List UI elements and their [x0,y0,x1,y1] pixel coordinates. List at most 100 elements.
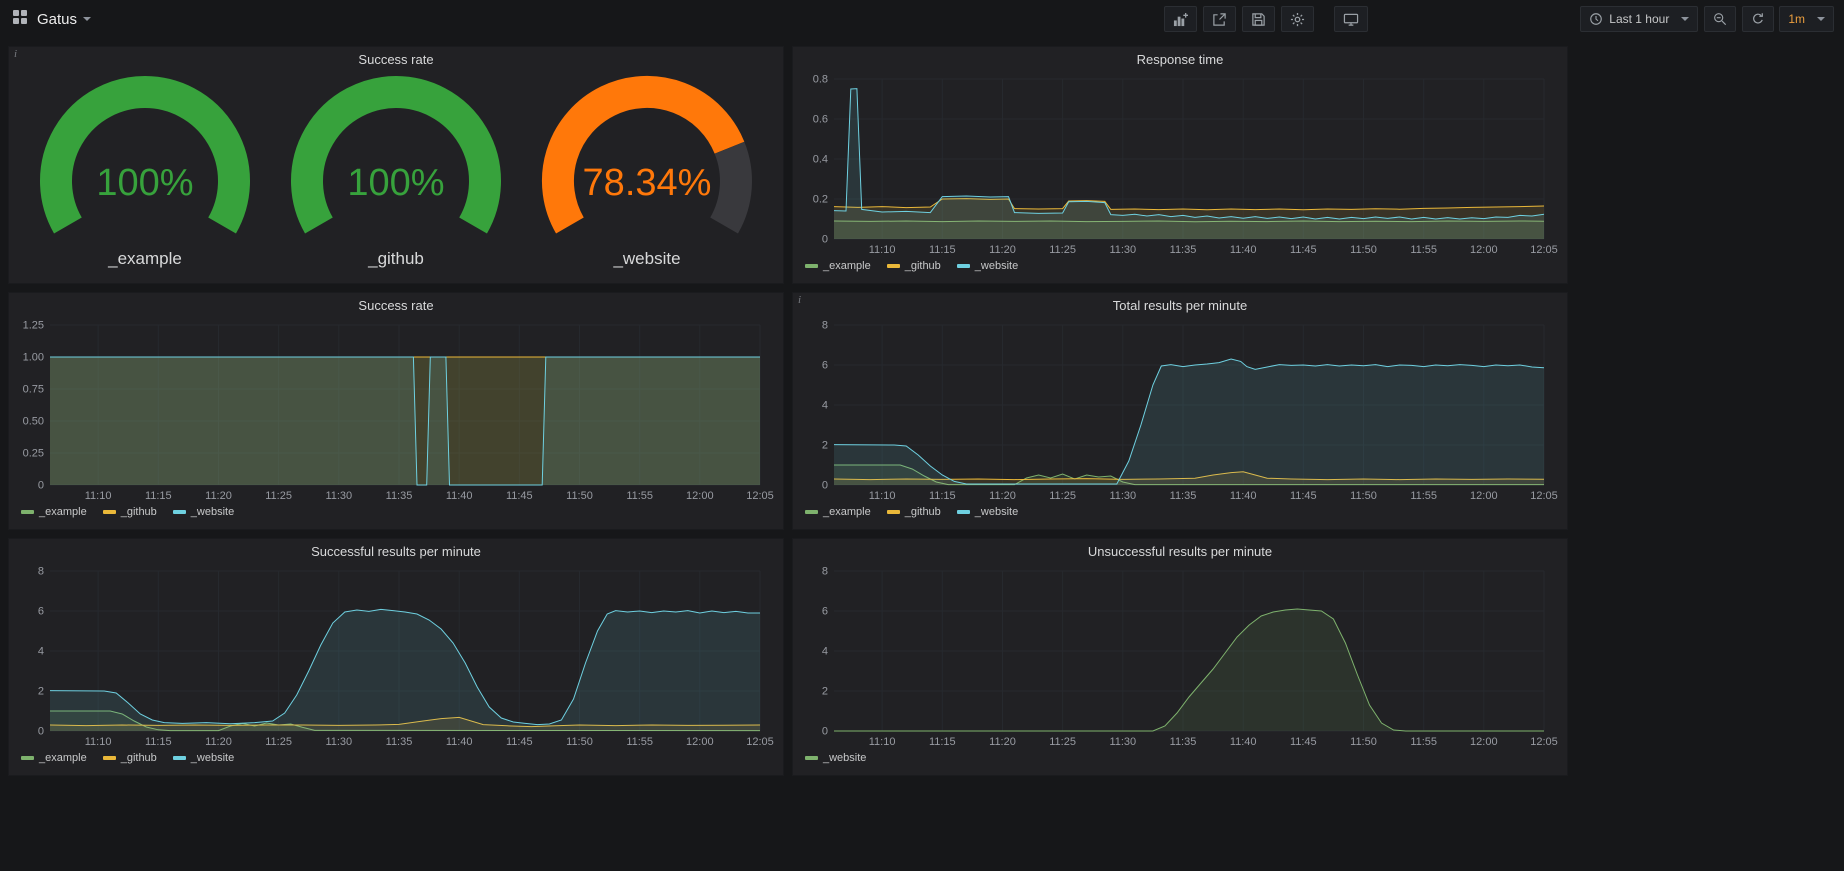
legend-item[interactable]: _example [805,506,871,518]
svg-text:11:30: 11:30 [325,736,352,748]
chart-svg[interactable]: 11:1011:1511:2011:2511:3011:3511:4011:45… [800,73,1560,257]
clock-icon [1589,12,1603,26]
svg-text:11:20: 11:20 [989,736,1016,748]
chart-response-time[interactable]: 11:1011:1511:2011:2511:3011:3511:4011:45… [793,73,1567,257]
chart-unsuccessful-results[interactable]: 11:1011:1511:2011:2511:3011:3511:4011:45… [793,565,1567,749]
legend-item[interactable]: _github [103,752,157,764]
legend-item[interactable]: _example [21,752,87,764]
gauge: 100%_github [281,75,511,269]
gauge-arc: 100% [30,75,260,247]
legend-item[interactable]: _website [957,260,1018,272]
svg-text:11:20: 11:20 [205,736,232,748]
svg-text:11:30: 11:30 [1109,736,1136,748]
legend-label: _github [121,752,157,764]
chart-success-rate[interactable]: 11:1011:1511:2011:2511:3011:3511:4011:45… [9,319,783,503]
chart-svg[interactable]: 11:1011:1511:2011:2511:3011:3511:4011:45… [16,565,776,749]
chart-total-results[interactable]: 11:1011:1511:2011:2511:3011:3511:4011:45… [793,319,1567,503]
gauge-value: 78.34% [583,162,712,204]
dashboard-header: Gatus [12,9,91,30]
monitor-icon [1343,12,1359,27]
chart-svg[interactable]: 11:1011:1511:2011:2511:3011:3511:4011:45… [16,319,776,503]
chart-svg[interactable]: 11:1011:1511:2011:2511:3011:3511:4011:45… [800,319,1560,503]
svg-text:11:20: 11:20 [205,490,232,502]
svg-text:11:15: 11:15 [929,244,956,256]
gauge-label: _example [108,249,182,269]
legend-swatch [805,756,818,760]
legend-swatch [887,264,900,268]
zoom-out-button[interactable] [1704,6,1736,32]
apps-grid-icon[interactable] [12,9,28,30]
svg-text:12:00: 12:00 [1470,490,1498,502]
chart-legend: _website [793,749,1567,767]
refresh-button[interactable] [1742,6,1774,32]
svg-text:11:10: 11:10 [85,490,112,502]
legend-item[interactable]: _website [957,506,1018,518]
svg-text:1.00: 1.00 [23,352,44,364]
legend-item[interactable]: _website [805,752,866,764]
gauge-arc: 100% [281,75,511,247]
legend-item[interactable]: _github [887,506,941,518]
gauge-row: 100%_example100%_github78.34%_website [9,73,783,269]
legend-item[interactable]: _website [173,752,234,764]
legend-item[interactable]: _github [103,506,157,518]
legend-item[interactable]: _website [173,506,234,518]
caret-down-icon [1681,17,1689,21]
legend-item[interactable]: _example [21,506,87,518]
info-icon[interactable]: i [798,294,801,306]
svg-text:6: 6 [38,606,44,618]
tv-mode-button[interactable] [1334,6,1368,32]
panel-title[interactable]: Success rate [9,293,783,319]
legend-swatch [887,510,900,514]
svg-text:11:25: 11:25 [1049,244,1076,256]
svg-text:0: 0 [38,480,44,492]
legend-label: _website [975,506,1018,518]
svg-text:11:10: 11:10 [869,490,896,502]
svg-text:11:40: 11:40 [446,490,473,502]
gauge-value: 100% [96,162,193,204]
chart-svg[interactable]: 11:1011:1511:2011:2511:3011:3511:4011:45… [800,565,1560,749]
dashboard-title[interactable]: Gatus [37,11,77,28]
panel-total-results: i Total results per minute 11:1011:1511:… [792,292,1568,530]
caret-down-icon [83,17,91,21]
info-icon[interactable]: i [14,48,17,60]
refresh-interval-button[interactable]: 1m [1779,6,1834,32]
svg-text:0.25: 0.25 [23,448,44,460]
svg-text:2: 2 [822,686,828,698]
panel-title[interactable]: Total results per minute [793,293,1567,319]
save-button[interactable] [1242,6,1275,32]
svg-text:12:05: 12:05 [1530,736,1558,748]
svg-text:0.2: 0.2 [813,194,828,206]
svg-text:11:50: 11:50 [1350,736,1377,748]
chart-legend: _example _github _website [793,503,1567,521]
svg-text:0.50: 0.50 [23,416,44,428]
panel-title[interactable]: Success rate [9,47,783,73]
legend-swatch [21,756,34,760]
panel-title[interactable]: Successful results per minute [9,539,783,565]
panel-title[interactable]: Response time [793,47,1567,73]
legend-swatch [957,510,970,514]
legend-label: _github [905,506,941,518]
add-panel-icon [1173,12,1188,27]
panel-title[interactable]: Unsuccessful results per minute [793,539,1567,565]
legend-label: _example [823,506,871,518]
svg-text:0.8: 0.8 [813,74,828,86]
svg-text:11:55: 11:55 [1410,244,1437,256]
caret-down-icon [1817,17,1825,21]
svg-text:11:15: 11:15 [929,736,956,748]
legend-item[interactable]: _github [887,260,941,272]
svg-text:11:35: 11:35 [386,490,413,502]
legend-label: _example [823,260,871,272]
legend-item[interactable]: _example [805,260,871,272]
legend-swatch [173,756,186,760]
svg-text:2: 2 [38,686,44,698]
svg-text:11:15: 11:15 [145,490,172,502]
share-button[interactable] [1203,6,1236,32]
add-panel-button[interactable] [1164,6,1197,32]
chart-successful-results[interactable]: 11:1011:1511:2011:2511:3011:3511:4011:45… [9,565,783,749]
legend-swatch [173,510,186,514]
chart-legend: _example _github _website [793,257,1567,275]
svg-text:8: 8 [822,320,828,332]
svg-text:11:40: 11:40 [1230,490,1257,502]
time-range-button[interactable]: Last 1 hour [1580,6,1698,32]
settings-button[interactable] [1281,6,1314,32]
